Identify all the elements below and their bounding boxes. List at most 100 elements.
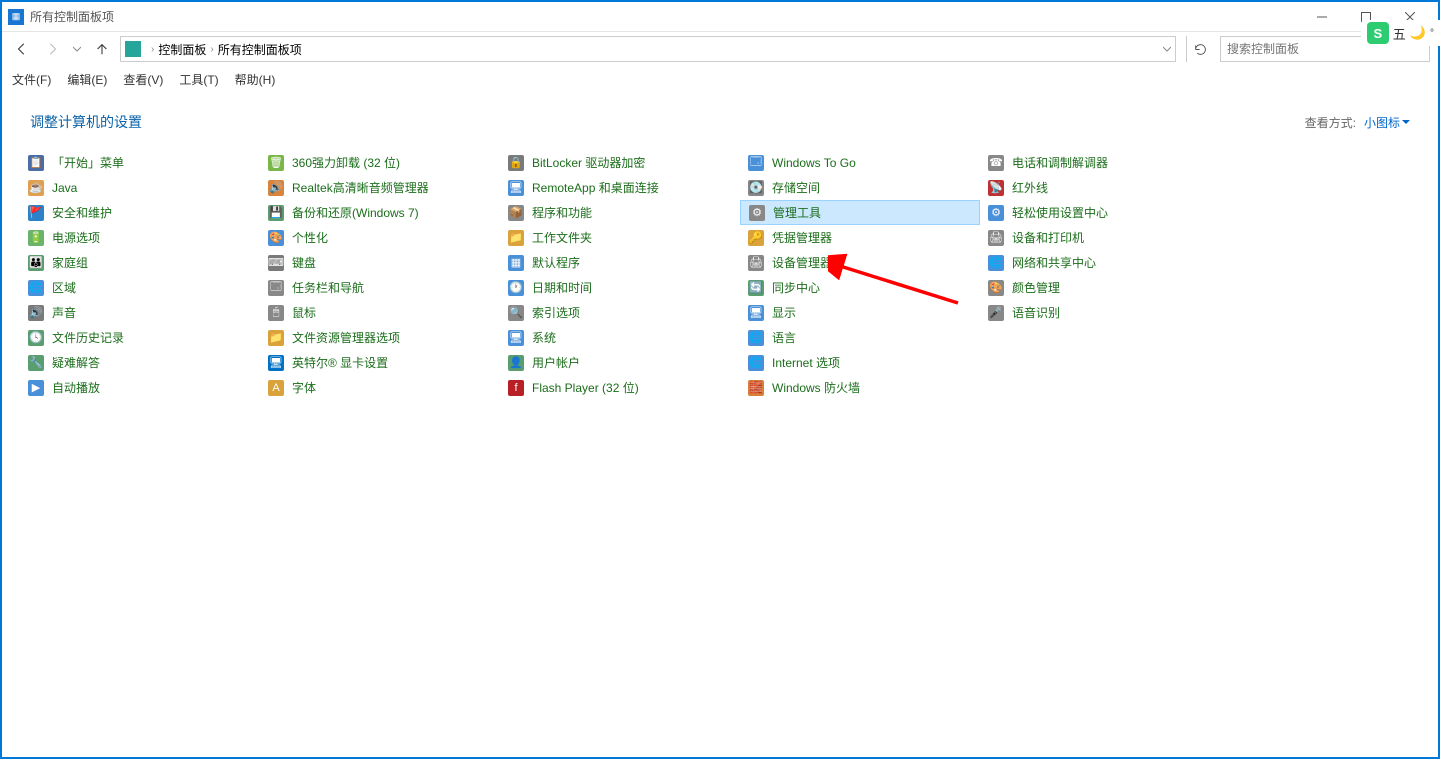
- cp-item[interactable]: 🔑凭据管理器: [740, 225, 980, 250]
- cp-item[interactable]: 📁 文件资源管理器选项: [260, 325, 500, 350]
- cp-item-icon: 🔒: [508, 155, 524, 171]
- breadcrumb-current[interactable]: 所有控制面板项: [218, 41, 302, 58]
- cp-item-icon: 💾: [268, 205, 284, 221]
- cp-item-label: 安全和维护: [52, 204, 112, 221]
- cp-item[interactable]: 🔊Realtek高清晰音频管理器: [260, 175, 500, 200]
- cp-item[interactable]: 🕐日期和时间: [500, 275, 740, 300]
- cp-item-icon: 🖨: [748, 255, 764, 271]
- cp-item[interactable]: 🧱 Windows 防火墙: [740, 375, 980, 400]
- cp-item[interactable]: ▶自动播放: [20, 375, 260, 400]
- nav-back-button[interactable]: [10, 37, 34, 61]
- cp-item[interactable]: ⚙轻松使用设置中心: [980, 200, 1220, 225]
- view-mode-dropdown[interactable]: 小图标: [1364, 114, 1410, 131]
- menu-view[interactable]: 查看(V): [123, 71, 163, 88]
- cp-item[interactable]: 🕓文件历史记录: [20, 325, 260, 350]
- cp-item[interactable]: 🌐区域: [20, 275, 260, 300]
- cp-item[interactable]: 🖥系统: [500, 325, 740, 350]
- menu-edit[interactable]: 编辑(E): [67, 71, 107, 88]
- menubar: 文件(F) 编辑(E) 查看(V) 工具(T) 帮助(H): [2, 66, 1438, 92]
- menu-help[interactable]: 帮助(H): [235, 71, 276, 88]
- cp-item[interactable]: ▦默认程序: [500, 250, 740, 275]
- cp-item-icon: 📁: [268, 330, 284, 346]
- cp-item-icon: 🔍: [508, 305, 524, 321]
- cp-item[interactable]: ⚙管理工具: [740, 200, 980, 225]
- cp-item[interactable]: 🖥RemoteApp 和桌面连接: [500, 175, 740, 200]
- cp-item-icon: ☕: [28, 180, 44, 196]
- cp-item[interactable]: 🖥显示: [740, 300, 980, 325]
- cp-item-label: 索引选项: [532, 304, 580, 321]
- cp-item[interactable]: 🗑360强力卸载 (32 位): [260, 150, 500, 175]
- cp-item[interactable]: 🎤语音识别: [980, 300, 1220, 325]
- breadcrumb-parent[interactable]: 控制面板: [158, 41, 206, 58]
- cp-item[interactable]: 🔍 索引选项: [500, 300, 740, 325]
- cp-item[interactable]: 🔒 BitLocker 驱动器加密: [500, 150, 740, 175]
- cp-item[interactable]: 🚩安全和维护: [20, 200, 260, 225]
- window-title: 所有控制面板项: [30, 8, 1300, 25]
- titlebar: ▦ 所有控制面板项: [2, 2, 1438, 32]
- cp-item[interactable]: 🌐Internet 选项: [740, 350, 980, 375]
- minimize-button[interactable]: [1300, 3, 1344, 31]
- cp-item[interactable]: 👪家庭组: [20, 250, 260, 275]
- breadcrumb[interactable]: › 控制面板 › 所有控制面板项: [120, 36, 1176, 62]
- view-label: 查看方式:: [1305, 114, 1356, 131]
- cp-item[interactable]: ☎电话和调制解调器: [980, 150, 1220, 175]
- cp-item-icon: 🖨: [988, 230, 1004, 246]
- cp-item-icon: 🧱: [748, 380, 764, 396]
- cp-item[interactable]: 🔄 同步中心: [740, 275, 980, 300]
- cp-item[interactable]: 🖨设备和打印机: [980, 225, 1220, 250]
- cp-item-label: Windows 防火墙: [772, 379, 860, 396]
- cp-item-label: 程序和功能: [532, 204, 592, 221]
- cp-item-label: 文件资源管理器选项: [292, 329, 400, 346]
- breadcrumb-dropdown[interactable]: [1163, 45, 1171, 53]
- cp-item[interactable]: 🔧 疑难解答: [20, 350, 260, 375]
- cp-item-icon: 📦: [508, 205, 524, 221]
- cp-item[interactable]: 🖨设备管理器: [740, 250, 980, 275]
- cp-item[interactable]: ⌨键盘: [260, 250, 500, 275]
- cp-item-icon: 🔄: [748, 280, 764, 296]
- nav-forward-button[interactable]: [40, 37, 64, 61]
- cp-item[interactable]: 🌐语言: [740, 325, 980, 350]
- cp-item[interactable]: ☕Java: [20, 175, 260, 200]
- cp-item-label: 工作文件夹: [532, 229, 592, 246]
- cp-item[interactable]: 📁工作文件夹: [500, 225, 740, 250]
- cp-item[interactable]: 🔋电源选项: [20, 225, 260, 250]
- cp-item-label: 自动播放: [52, 379, 100, 396]
- cp-item-label: 任务栏和导航: [292, 279, 364, 296]
- cp-item[interactable]: 🔊声音: [20, 300, 260, 325]
- nav-up-button[interactable]: [90, 37, 114, 61]
- cp-item-icon: 🔧: [28, 355, 44, 371]
- cp-item[interactable]: 📋「开始」菜单: [20, 150, 260, 175]
- cp-item-icon: 💽: [748, 180, 764, 196]
- sogou-icon: S: [1367, 22, 1389, 44]
- cp-item[interactable]: 👤用户帐户: [500, 350, 740, 375]
- ime-indicator[interactable]: S 五 🌙 °: [1361, 20, 1440, 46]
- cp-item[interactable]: 🎨颜色管理: [980, 275, 1220, 300]
- cp-item[interactable]: A字体: [260, 375, 500, 400]
- cp-item-label: 备份和还原(Windows 7): [292, 204, 419, 221]
- cp-item[interactable]: fFlash Player (32 位): [500, 375, 740, 400]
- cp-item[interactable]: 📦 程序和功能: [500, 200, 740, 225]
- cp-item[interactable]: 🎨个性化: [260, 225, 500, 250]
- cp-item[interactable]: 📡红外线: [980, 175, 1220, 200]
- recent-dropdown[interactable]: [70, 37, 84, 61]
- cp-item-label: BitLocker 驱动器加密: [532, 154, 645, 171]
- cp-item-label: 疑难解答: [52, 354, 100, 371]
- cp-item[interactable]: 🖱鼠标: [260, 300, 500, 325]
- menu-file[interactable]: 文件(F): [12, 71, 51, 88]
- menu-tools[interactable]: 工具(T): [179, 71, 218, 88]
- cp-item-label: 声音: [52, 304, 76, 321]
- cp-item-label: 同步中心: [772, 279, 820, 296]
- half-moon-icon: 🌙: [1410, 25, 1426, 41]
- cp-item[interactable]: 🌐网络和共享中心: [980, 250, 1220, 275]
- cp-item-icon: 🌐: [748, 330, 764, 346]
- cp-item[interactable]: 💽存储空间: [740, 175, 980, 200]
- cp-item[interactable]: 🗔任务栏和导航: [260, 275, 500, 300]
- cp-item[interactable]: 🗔Windows To Go: [740, 150, 980, 175]
- cp-item-label: 文件历史记录: [52, 329, 124, 346]
- refresh-button[interactable]: [1186, 36, 1214, 62]
- address-bar: › 控制面板 › 所有控制面板项: [2, 32, 1438, 66]
- cp-item[interactable]: 🖥英特尔® 显卡设置: [260, 350, 500, 375]
- cp-item[interactable]: 💾 备份和还原(Windows 7): [260, 200, 500, 225]
- cp-item-label: 默认程序: [532, 254, 580, 271]
- cp-item-icon: 🖱: [268, 305, 284, 321]
